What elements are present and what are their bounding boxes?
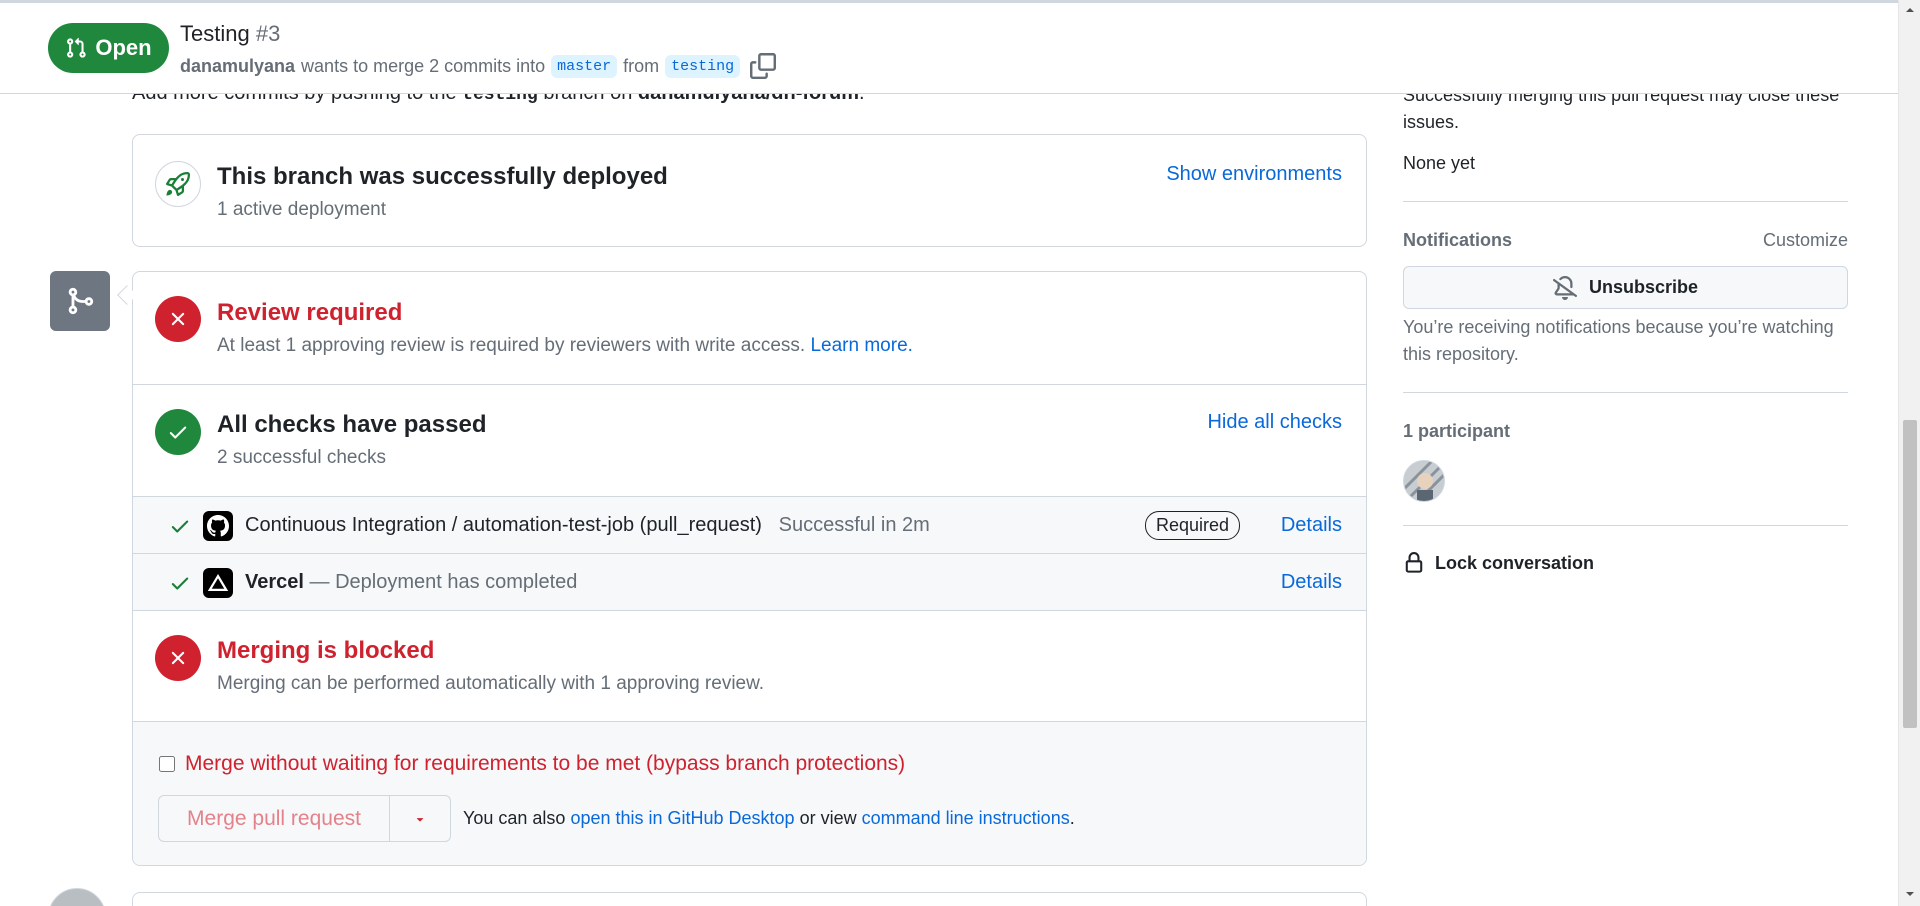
show-environments-link[interactable]: Show environments [1166,163,1342,186]
check-circle-icon [155,409,201,455]
required-badge: Required [1144,511,1240,540]
deployment-title: This branch was successfully deployed [217,163,668,190]
merge-alternatives-text: You can also open this in GitHub Desktop… [463,808,1075,829]
checks-title: All checks have passed [217,411,487,438]
checks-subtitle: 2 successful checks [217,447,386,468]
scrollbar-thumb[interactable] [1903,420,1917,728]
merge-button-group: Merge pull request [158,795,451,842]
hide-all-checks-link[interactable]: Hide all checks [1207,411,1342,434]
check-name-text: Vercel [245,571,304,593]
merge-footer: Merge without waiting for requirements t… [133,722,1366,865]
check-icon [171,577,189,590]
blocked-section: Merging is blocked Merging can be perfor… [133,611,1366,722]
scroll-up-icon[interactable] [1904,4,1916,16]
learn-more-link[interactable]: Learn more. [810,335,912,356]
also-suffix: . [1069,808,1075,828]
avatar[interactable] [48,888,106,906]
check-details-link[interactable]: Details [1281,514,1342,537]
unsubscribe-label: Unsubscribe [1588,277,1699,297]
merging-blocked-title: Merging is blocked [217,637,435,664]
command-line-link[interactable]: command line instructions [862,808,1070,828]
check-details-link[interactable]: Details [1281,571,1342,594]
notification-reason: You’re receiving notifications because y… [1403,317,1834,364]
review-required-subtitle: At least 1 approving review is required … [217,335,913,357]
bypass-label: Merge without waiting for requirements t… [185,752,906,775]
scroll-down-icon[interactable] [1904,888,1916,900]
linked-issues-value: None yet [1403,153,1476,173]
lock-conversation-button[interactable]: Lock conversation [1403,552,1594,574]
review-required-text: At least 1 approving review is required … [217,335,806,356]
deployment-subtitle: 1 active deployment [217,199,386,220]
avatar[interactable] [1403,460,1445,502]
triangle-down-icon [416,817,424,822]
check-name-text: Continuous Integration / automation-test… [245,514,762,536]
base-branch-tag[interactable]: master [551,54,618,78]
comment-box [132,892,1367,906]
pr-from-text: from [623,55,660,76]
pr-title-text: Testing [180,21,250,46]
also-prefix: You can also [463,808,566,828]
pr-author-link[interactable]: danamulyana [180,56,295,77]
check-row: Continuous Integration / automation-test… [133,497,1366,554]
head-branch-tag[interactable]: testing [665,54,741,78]
sidebar-divider [1403,525,1848,526]
x-circle-icon [155,296,201,342]
check-name: Continuous Integration / automation-test… [245,514,930,537]
vercel-logo-icon [203,568,233,598]
merge-pull-request-button[interactable]: Merge pull request [159,796,390,841]
sidebar-divider [1403,201,1848,202]
deployment-card: This branch was successfully deployed 1 … [132,134,1367,247]
git-pull-request-icon [67,37,87,58]
review-section: Review required At least 1 approving rev… [133,272,1366,385]
pr-merge-text: wants to merge 2 commits into [301,55,546,76]
unsubscribe-button[interactable]: Unsubscribe [1403,266,1848,309]
rocket-icon [155,161,201,207]
merge-options-dropdown[interactable] [390,796,450,841]
x-circle-icon [155,635,201,681]
page-scrollbar[interactable] [1898,0,1920,906]
merging-blocked-subtitle: Merging can be performed automatically w… [217,673,765,694]
pr-meta: danamulyana wants to merge 2 commits int… [180,53,777,79]
git-merge-icon [50,271,110,331]
pr-title: Testing #3 [180,21,280,47]
pr-number: #3 [255,21,281,46]
lock-conversation-label: Lock conversation [1435,552,1595,573]
check-icon [171,520,189,533]
check-row: Vercel — Deployment has completed Detail… [133,554,1366,611]
or-view-text: or view [799,808,857,828]
check-status-text: — Deployment has completed [309,571,578,593]
lock-icon [1405,552,1423,573]
bypass-checkbox[interactable] [159,756,175,772]
pr-header: Open Testing #3 danamulyana wants to mer… [0,0,1898,94]
copy-icon[interactable] [750,53,777,79]
merge-box: Review required At least 1 approving rev… [132,271,1367,866]
checks-section: All checks have passed 2 successful chec… [133,385,1366,497]
github-desktop-link[interactable]: open this in GitHub Desktop [570,808,794,828]
pr-state-label: Open [95,35,152,60]
participants-heading: 1 participant [1403,421,1511,441]
bypass-protections-option[interactable]: Merge without waiting for requirements t… [159,752,905,776]
check-status-text: Successful in 2m [778,514,930,536]
github-logo-icon [203,511,233,541]
check-name: Vercel — Deployment has completed [245,571,577,594]
customize-link[interactable]: Customize [1763,230,1848,251]
bell-slash-icon [1553,275,1577,300]
review-required-title: Review required [217,299,403,326]
pr-state-badge: Open [48,23,169,73]
sidebar-divider [1403,392,1848,393]
notifications-heading: Notifications [1403,230,1513,250]
